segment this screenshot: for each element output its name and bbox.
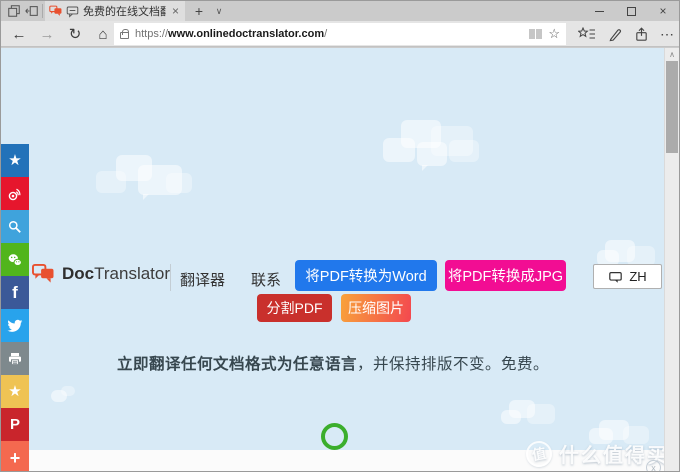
facebook-icon: f <box>12 284 18 301</box>
share-wechat-button[interactable] <box>1 243 29 276</box>
add-favorite-star-icon[interactable]: ☆ <box>548 26 560 42</box>
tab-preview-icon[interactable] <box>5 3 23 19</box>
pdf-to-word-button[interactable]: 将PDF转换为Word <box>295 260 437 291</box>
browser-tab-doctranslator[interactable]: 免费的在线文档翻译 × <box>45 1 185 21</box>
browser-window: 免费的在线文档翻译 × + ∨ × ← → ↻ ⌂ https://www.on… <box>0 0 680 472</box>
page-content: ★ f ★ P <box>1 48 679 471</box>
home-button[interactable]: ⌂ <box>91 24 115 44</box>
refresh-button[interactable]: ↻ <box>63 24 87 44</box>
browser-toolbar: ← → ↻ ⌂ https://www.onlinedoctranslator.… <box>1 21 679 47</box>
page-scrollbar[interactable]: ∧ <box>664 48 679 471</box>
settings-more-icon[interactable]: ⋯ <box>655 24 679 44</box>
back-button[interactable]: ← <box>7 24 31 44</box>
web-note-pen-icon[interactable] <box>603 24 627 44</box>
split-pdf-button[interactable]: 分割PDF <box>257 294 332 322</box>
lock-icon <box>120 32 129 39</box>
tab-dropdown-icon[interactable]: ∨ <box>211 2 227 20</box>
share-pinterest-button[interactable]: P <box>1 408 29 441</box>
language-selector-button[interactable]: ZH <box>593 264 662 289</box>
share-facebook-button[interactable]: f <box>1 276 29 309</box>
share-tencent-weibo-button[interactable] <box>1 210 29 243</box>
close-button[interactable]: × <box>647 1 679 21</box>
page-headline: 立即翻译任何文档格式为任意语言，并保持排版不变。免费。 <box>1 352 665 374</box>
header-divider <box>170 264 171 291</box>
pdf-to-jpg-button[interactable]: 将PDF转换成JPG <box>445 260 566 291</box>
titlebar-divider <box>42 4 43 18</box>
weibo-icon <box>7 186 23 202</box>
doctranslator-logo-icon <box>31 263 55 284</box>
share-weibo-button[interactable] <box>1 177 29 210</box>
nav-link-translator[interactable]: 翻译器 <box>180 269 225 290</box>
nav-link-contact[interactable]: 联系 <box>251 269 281 290</box>
tab-title: 免费的在线文档翻译 <box>83 3 166 19</box>
doctranslator-favicon <box>49 5 62 17</box>
tencent-weibo-icon <box>7 219 23 235</box>
add-more-icon: + <box>10 449 21 467</box>
share-favorites-button[interactable]: ★ <box>1 375 29 408</box>
tab-close-icon[interactable]: × <box>170 4 181 18</box>
scroll-up-icon[interactable]: ∧ <box>665 48 679 62</box>
qzone-star-icon: ★ <box>8 153 21 168</box>
watermark-close-icon[interactable]: x <box>646 460 661 471</box>
reading-view-icon[interactable] <box>529 29 542 39</box>
minimize-button[interactable] <box>583 1 615 21</box>
maximize-button[interactable] <box>615 1 647 21</box>
favorites-star-icon: ★ <box>8 384 21 399</box>
new-tab-button[interactable]: + <box>191 2 207 20</box>
speech-bubble-icon <box>66 5 79 18</box>
language-label: ZH <box>629 269 646 284</box>
scrollbar-thumb[interactable] <box>666 61 678 153</box>
wechat-icon <box>7 252 23 268</box>
share-twitter-button[interactable] <box>1 309 29 342</box>
share-sidebar: ★ f ★ P <box>1 144 29 471</box>
pinterest-icon: P <box>10 417 20 432</box>
share-more-button[interactable]: + <box>1 441 29 471</box>
site-logo[interactable]: DocTranslator <box>31 263 170 284</box>
compress-image-button[interactable]: 压缩图片 <box>341 294 411 322</box>
loading-spinner-ring <box>321 423 348 450</box>
window-controls: × <box>583 1 679 21</box>
twitter-icon <box>7 318 23 334</box>
url-text: https://www.onlinedoctranslator.com/ <box>135 28 523 40</box>
tabs-aside-icon[interactable] <box>23 3 41 19</box>
browser-titlebar: 免费的在线文档翻译 × + ∨ × <box>1 1 679 21</box>
share-qzone-button[interactable]: ★ <box>1 144 29 177</box>
forward-button[interactable]: → <box>35 24 59 44</box>
smzdm-badge-icon: 值 <box>524 438 554 468</box>
favorites-hub-icon[interactable] <box>575 24 599 44</box>
address-bar[interactable]: https://www.onlinedoctranslator.com/ ☆ <box>114 23 566 45</box>
share-icon[interactable] <box>629 24 653 44</box>
language-bubble-icon <box>608 270 623 284</box>
site-logo-text: DocTranslator <box>62 264 170 284</box>
